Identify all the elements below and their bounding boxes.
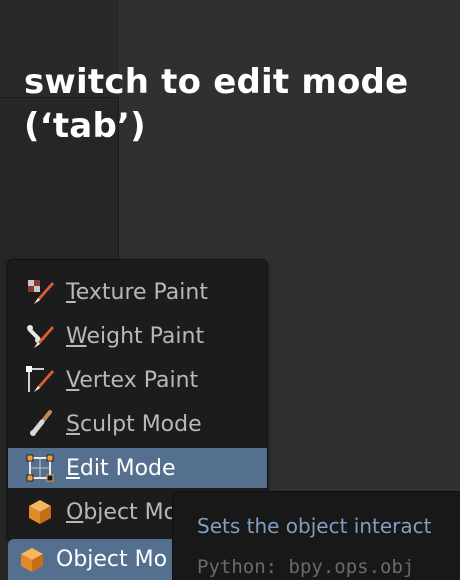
menu-item-weight-paint[interactable]: Weight Paint	[8, 316, 267, 356]
weight-paint-icon	[24, 320, 56, 352]
object-mode-icon	[16, 544, 48, 576]
menu-item-label: dit Mode	[79, 455, 176, 481]
object-mode-icon	[24, 496, 56, 528]
menu-item-label: bject Mo	[83, 499, 178, 525]
menu-item-mnemonic: S	[66, 411, 80, 437]
menu-item-mnemonic: V	[66, 367, 80, 393]
menu-item-mnemonic: E	[66, 455, 80, 481]
tooltip-description: Sets the object interact	[197, 514, 432, 538]
texture-paint-icon	[24, 276, 56, 308]
caption: switch to edit mode (‘tab’)	[24, 60, 454, 148]
sculpt-mode-icon	[24, 408, 56, 440]
menu-item-mnemonic: T	[66, 279, 76, 305]
menu-item-mnemonic: W	[66, 323, 87, 349]
caption-line-1: switch to edit mode	[24, 62, 409, 102]
vertex-paint-icon	[24, 364, 56, 396]
tooltip: Sets the object interact Python: bpy.ops…	[172, 491, 460, 580]
menu-item-mnemonic: O	[66, 499, 84, 525]
menu-item-label: ertex Paint	[79, 367, 199, 393]
tooltip-python: Python: bpy.ops.obj	[197, 556, 415, 578]
caption-line-2: (‘tab’)	[24, 106, 146, 146]
edit-mode-icon	[24, 452, 56, 484]
menu-item-sculpt-mode[interactable]: Sculpt Mode	[8, 404, 267, 444]
menu-item-vertex-paint[interactable]: Vertex Paint	[8, 360, 267, 400]
menu-item-label: culpt Mode	[79, 411, 202, 437]
menu-item-label: exture Paint	[75, 279, 208, 305]
mode-selector-label: Object Mo	[56, 547, 168, 572]
menu-item-label: eight Paint	[86, 323, 205, 349]
menu-item-edit-mode[interactable]: Edit Mode	[8, 448, 267, 488]
mode-selector-button[interactable]: Object Mo	[8, 539, 198, 580]
menu-item-texture-paint[interactable]: Texture Paint	[8, 272, 267, 312]
